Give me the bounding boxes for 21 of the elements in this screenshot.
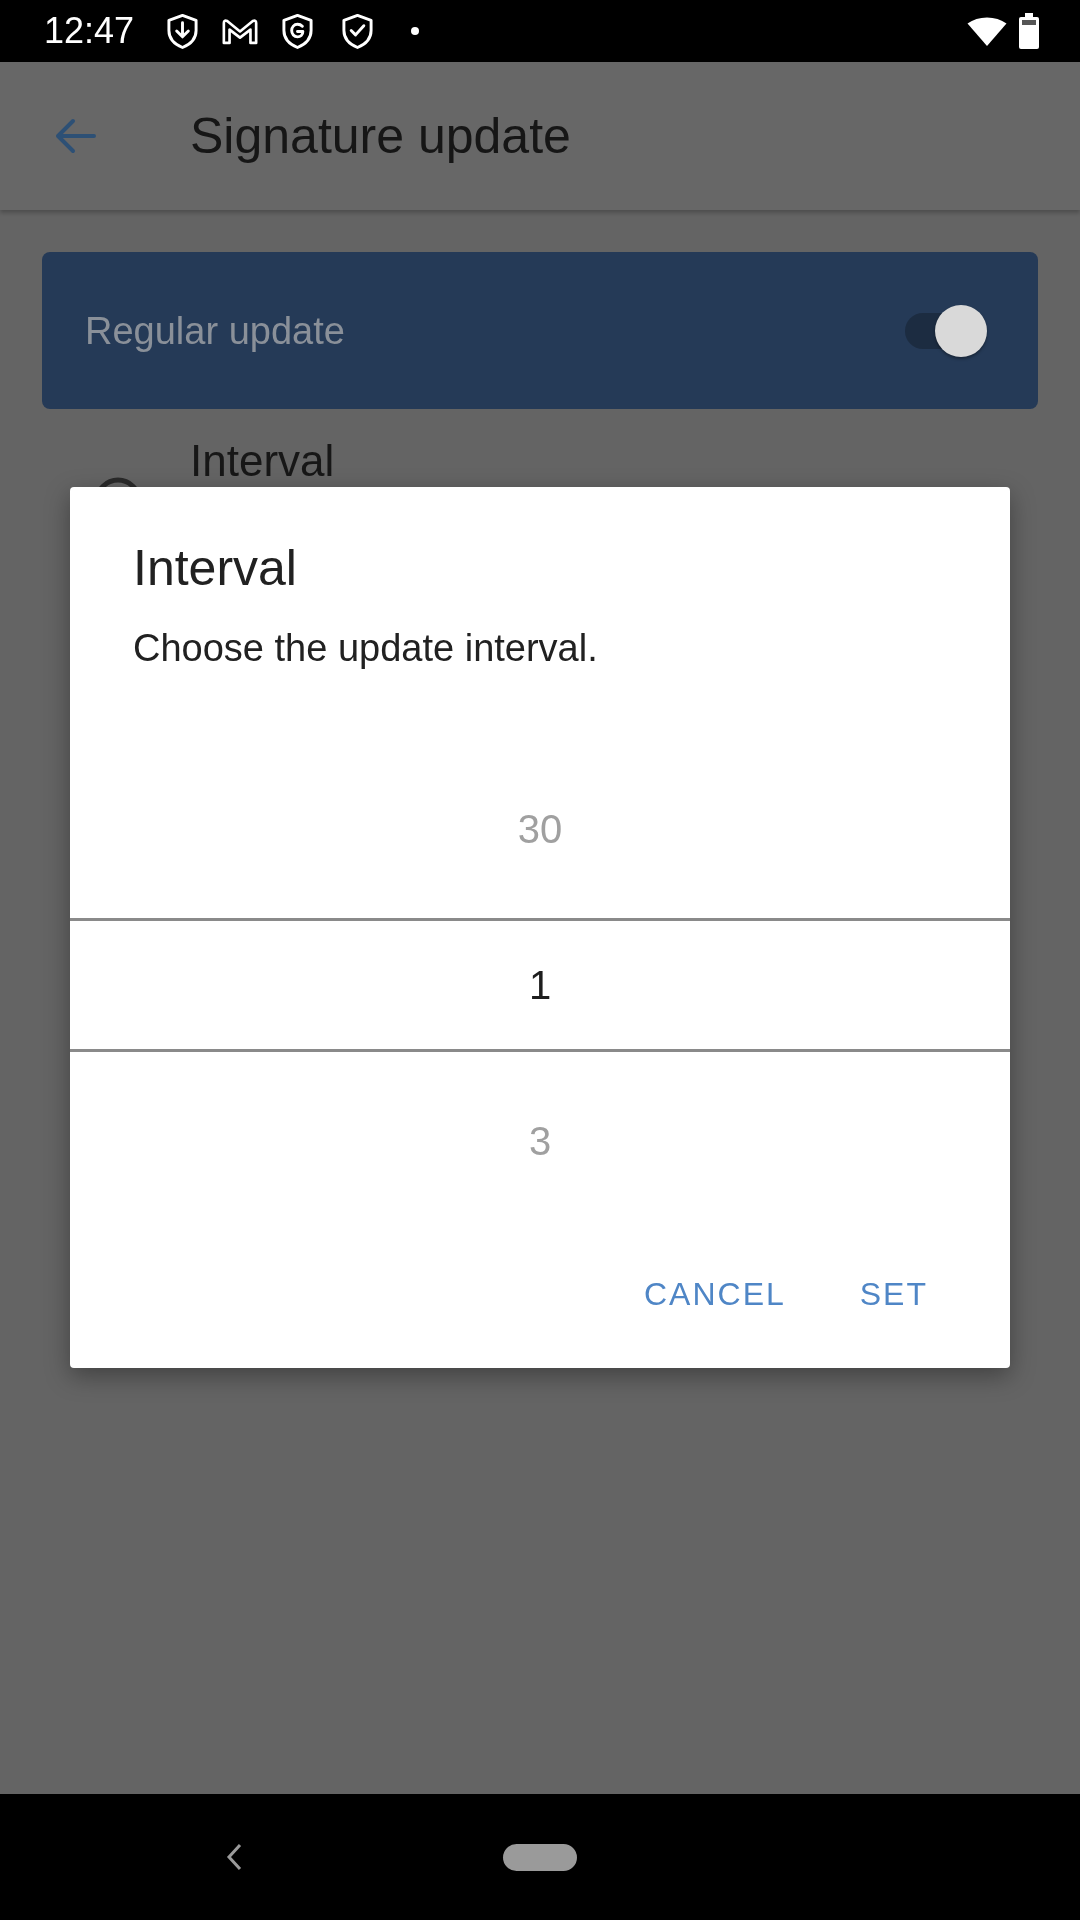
back-chevron-icon[interactable] (226, 1843, 242, 1871)
toggle-switch[interactable] (905, 304, 987, 357)
picker-value[interactable]: 30 (517, 805, 563, 853)
shield-check-icon (341, 12, 375, 50)
status-time: 12:47 (44, 11, 135, 51)
screen-title: Signature update (190, 107, 571, 166)
setting-label: Interval (190, 437, 335, 485)
setting-label: Regular update (85, 308, 345, 354)
battery-icon (1019, 13, 1039, 49)
dialog-message: Choose the update interval. (132, 626, 599, 671)
notification-dot-icon (411, 27, 420, 35)
picker-value[interactable]: 1 (528, 961, 552, 1009)
shield-download-icon (166, 12, 200, 50)
home-pill[interactable] (503, 1843, 577, 1871)
dialog-button[interactable]: CANCEL (627, 1258, 802, 1330)
dialog-button[interactable]: SET (843, 1258, 944, 1330)
dialog-title: Interval (132, 539, 298, 598)
picker-value[interactable]: 3 (528, 1117, 552, 1165)
m-logo-icon (221, 16, 260, 46)
shield-logo-icon (281, 12, 315, 50)
wifi-icon (967, 16, 1007, 46)
